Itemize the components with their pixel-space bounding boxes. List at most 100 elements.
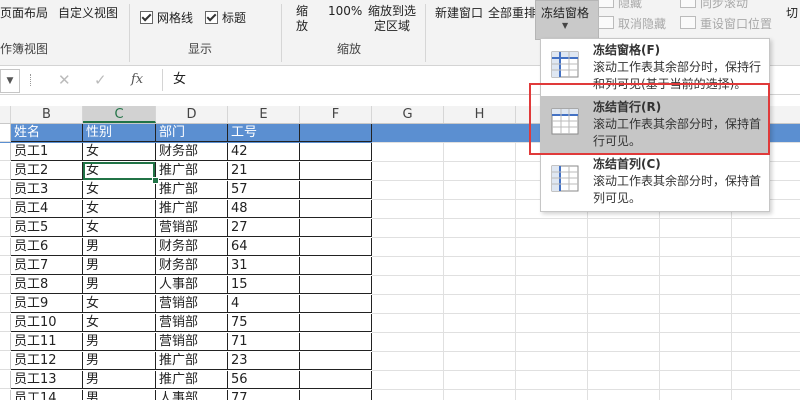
row-header[interactable]: [0, 333, 11, 351]
table-cell[interactable]: 75: [228, 314, 300, 332]
row-header[interactable]: [0, 390, 11, 400]
empty-cell[interactable]: [300, 181, 372, 199]
empty-cell[interactable]: [300, 390, 372, 400]
row-header[interactable]: [0, 124, 11, 142]
table-cell[interactable]: 营销部: [156, 219, 228, 237]
table-cell[interactable]: 员工1: [11, 143, 83, 161]
table-cell[interactable]: 员工11: [11, 333, 83, 351]
column-header-h[interactable]: H: [444, 106, 516, 123]
table-cell[interactable]: 营销部: [156, 295, 228, 313]
row-header[interactable]: [0, 181, 11, 199]
table-cell[interactable]: 64: [228, 238, 300, 256]
table-cell[interactable]: 男: [83, 257, 156, 275]
row-header[interactable]: [0, 219, 11, 237]
table-cell[interactable]: 57: [228, 181, 300, 199]
freeze-panes-button[interactable]: 冻结窗格 ▼: [535, 0, 599, 40]
table-cell[interactable]: 财务部: [156, 257, 228, 275]
table-cell[interactable]: 员工5: [11, 219, 83, 237]
empty-cell[interactable]: [300, 200, 372, 218]
column-title-cell[interactable]: 部门: [156, 124, 228, 142]
hide-button[interactable]: 隐藏: [598, 0, 642, 11]
table-cell[interactable]: 48: [228, 200, 300, 218]
table-cell[interactable]: 员工14: [11, 390, 83, 400]
empty-cell[interactable]: [300, 333, 372, 351]
column-header-d[interactable]: D: [156, 106, 228, 123]
table-cell[interactable]: 员工8: [11, 276, 83, 294]
row-header[interactable]: [0, 276, 11, 294]
table-cell[interactable]: 财务部: [156, 143, 228, 161]
column-title-cell[interactable]: 姓名: [11, 124, 83, 142]
fill-handle[interactable]: [152, 177, 159, 184]
row-header[interactable]: [0, 352, 11, 370]
column-title-cell[interactable]: 性别: [83, 124, 156, 142]
row-header[interactable]: [0, 143, 11, 161]
table-cell[interactable]: 员工2: [11, 162, 83, 180]
table-cell[interactable]: 31: [228, 257, 300, 275]
table-cell[interactable]: 员工7: [11, 257, 83, 275]
table-cell[interactable]: 女: [83, 181, 156, 199]
table-cell[interactable]: 23: [228, 352, 300, 370]
formula-bar-grip[interactable]: [30, 74, 33, 86]
gridlines-checkbox[interactable]: 网格线: [140, 9, 193, 26]
column-header-c[interactable]: C: [83, 106, 156, 123]
row-header[interactable]: [0, 314, 11, 332]
table-cell[interactable]: 56: [228, 371, 300, 389]
table-cell[interactable]: 15: [228, 276, 300, 294]
table-cell[interactable]: 71: [228, 333, 300, 351]
empty-cell[interactable]: [300, 238, 372, 256]
empty-cell[interactable]: [300, 314, 372, 332]
table-cell[interactable]: 营销部: [156, 333, 228, 351]
column-title-cell[interactable]: 工号: [228, 124, 300, 142]
table-cell[interactable]: 42: [228, 143, 300, 161]
unhide-button[interactable]: 取消隐藏: [598, 15, 666, 32]
table-cell[interactable]: 员工10: [11, 314, 83, 332]
row-header[interactable]: [0, 238, 11, 256]
table-cell[interactable]: 男: [83, 333, 156, 351]
fx-icon[interactable]: fx: [131, 72, 143, 87]
table-cell[interactable]: 女: [83, 295, 156, 313]
empty-cell[interactable]: [300, 124, 372, 142]
table-cell[interactable]: 推广部: [156, 181, 228, 199]
row-header[interactable]: [0, 257, 11, 275]
empty-cell[interactable]: [300, 295, 372, 313]
empty-cell[interactable]: [300, 276, 372, 294]
table-cell[interactable]: 人事部: [156, 390, 228, 400]
table-cell[interactable]: 男: [83, 352, 156, 370]
table-cell[interactable]: 21: [228, 162, 300, 180]
x-icon[interactable]: ✕: [58, 71, 71, 89]
empty-cell[interactable]: [300, 257, 372, 275]
table-cell[interactable]: 男: [83, 238, 156, 256]
row-header[interactable]: [0, 371, 11, 389]
custom-views-button[interactable]: 自定义视图: [58, 4, 118, 21]
empty-cell[interactable]: [300, 219, 372, 237]
table-cell[interactable]: 男: [83, 371, 156, 389]
reset-window-position-button[interactable]: 重设窗口位置: [680, 15, 772, 32]
zoom-to-selection-button[interactable]: 缩放到选定区域: [366, 4, 418, 34]
empty-cell[interactable]: [300, 371, 372, 389]
table-cell[interactable]: 员工3: [11, 181, 83, 199]
name-box-dropdown[interactable]: ▼: [0, 69, 20, 93]
table-cell[interactable]: 女: [83, 200, 156, 218]
empty-cell[interactable]: [300, 162, 372, 180]
column-header-g[interactable]: G: [372, 106, 444, 123]
row-header[interactable]: [0, 295, 11, 313]
arrange-all-button[interactable]: 全部重排: [488, 4, 536, 21]
column-header-e[interactable]: E: [228, 106, 300, 123]
check-icon[interactable]: ✓: [94, 71, 107, 89]
row-header[interactable]: [0, 200, 11, 218]
row-header-corner[interactable]: [0, 106, 11, 123]
table-cell[interactable]: 推广部: [156, 162, 228, 180]
table-cell[interactable]: 女: [83, 143, 156, 161]
empty-cell[interactable]: [300, 143, 372, 161]
table-cell[interactable]: 27: [228, 219, 300, 237]
table-cell[interactable]: 营销部: [156, 314, 228, 332]
column-header-f[interactable]: F: [300, 106, 372, 123]
table-cell[interactable]: 推广部: [156, 200, 228, 218]
table-cell[interactable]: 员工13: [11, 371, 83, 389]
table-cell[interactable]: 男: [83, 276, 156, 294]
table-cell[interactable]: 推广部: [156, 352, 228, 370]
new-window-button[interactable]: 新建窗口: [435, 4, 483, 21]
table-cell[interactable]: 员工6: [11, 238, 83, 256]
menu-item-freeze-first-column[interactable]: 冻结首列(C) 滚动工作表其余部分时，保持首列可见。: [541, 153, 769, 211]
table-cell[interactable]: 推广部: [156, 371, 228, 389]
